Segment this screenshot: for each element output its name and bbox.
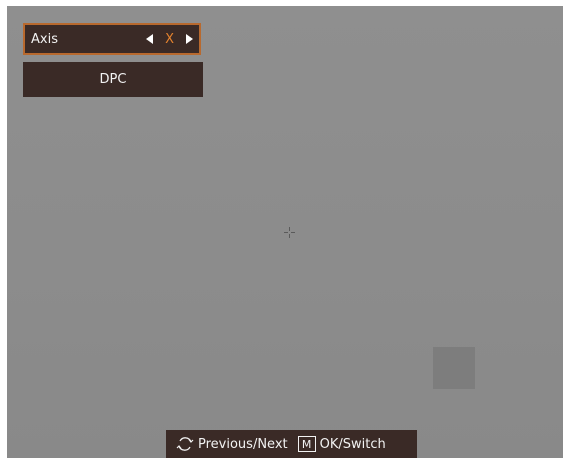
- m-key-icon: M: [297, 436, 316, 452]
- thermal-viewport: Axis X DPC Previous/Next M OK/Switch: [7, 6, 563, 458]
- prev-next-label: Previous/Next: [198, 436, 288, 452]
- ok-switch-label: OK/Switch: [319, 436, 386, 452]
- dpc-menu-item[interactable]: DPC: [23, 62, 203, 97]
- axis-label: Axis: [31, 31, 58, 47]
- crosshair-icon: [284, 227, 295, 238]
- axis-value: X: [165, 31, 174, 47]
- arrow-left-icon[interactable]: [146, 34, 154, 44]
- hint-bar: Previous/Next M OK/Switch: [166, 430, 417, 458]
- dpc-label: DPC: [99, 72, 127, 87]
- axis-menu-item[interactable]: Axis X: [23, 23, 201, 55]
- arrow-right-icon[interactable]: [186, 34, 193, 44]
- rotate-icon: [176, 437, 194, 451]
- defect-pixel-marker: [433, 347, 475, 389]
